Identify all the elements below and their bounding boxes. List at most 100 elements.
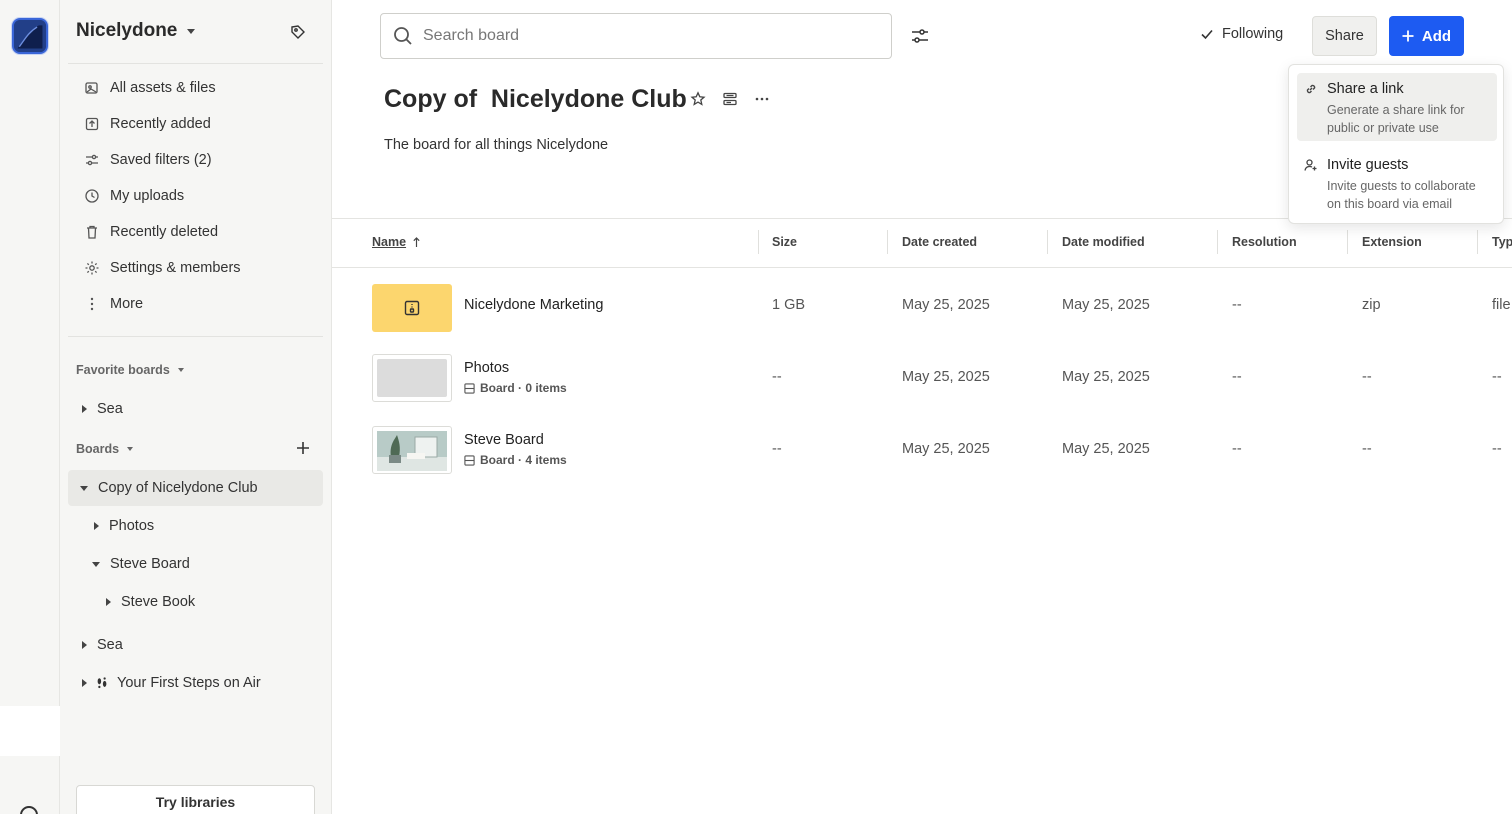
sort-ascending-icon bbox=[413, 236, 420, 247]
column-divider bbox=[887, 230, 888, 254]
workspace-switcher[interactable]: Nicelydone bbox=[76, 20, 196, 42]
tree-item-steve-book[interactable]: Steve Book bbox=[106, 590, 195, 614]
more-horizontal-icon[interactable] bbox=[754, 91, 770, 107]
tree-item-first-steps[interactable]: Your First Steps on Air bbox=[82, 671, 261, 695]
search-input[interactable] bbox=[423, 27, 863, 45]
row-type: -- bbox=[1492, 441, 1502, 457]
favorite-board-sea[interactable]: Sea bbox=[82, 397, 123, 421]
tree-item-photos[interactable]: Photos bbox=[94, 514, 154, 538]
workspace-logo-icon bbox=[14, 20, 46, 52]
row-extension: zip bbox=[1362, 297, 1381, 313]
column-extension-header[interactable]: Extension bbox=[1362, 235, 1422, 249]
row-subtitle: Board · 0 items bbox=[464, 381, 567, 395]
row-created: May 25, 2025 bbox=[902, 441, 990, 457]
tag-icon[interactable] bbox=[290, 24, 306, 40]
following-label: Following bbox=[1222, 26, 1284, 42]
chevron-down-icon bbox=[127, 447, 134, 451]
nav-label: Recently added bbox=[110, 116, 211, 132]
row-created: May 25, 2025 bbox=[902, 297, 990, 313]
column-name-header[interactable]: Name bbox=[372, 235, 421, 249]
row-size: -- bbox=[772, 441, 782, 457]
star-icon[interactable] bbox=[690, 91, 706, 107]
nav-recently-deleted[interactable]: Recently deleted bbox=[84, 220, 218, 244]
column-date-created-header[interactable]: Date created bbox=[902, 235, 977, 249]
more-vertical-icon bbox=[90, 297, 94, 311]
share-button[interactable]: Share bbox=[1312, 16, 1377, 56]
boards-header[interactable]: Boards bbox=[76, 442, 134, 456]
invite-guests-description: Invite guests to collaborate on this boa… bbox=[1327, 179, 1476, 211]
row-resolution: -- bbox=[1232, 297, 1242, 313]
help-icon[interactable] bbox=[20, 806, 38, 814]
search-box[interactable] bbox=[380, 13, 892, 59]
caret-right-icon[interactable] bbox=[106, 598, 111, 606]
column-size-header[interactable]: Size bbox=[772, 235, 797, 249]
board-thumbnail bbox=[372, 426, 452, 474]
plus-icon bbox=[1402, 30, 1414, 42]
table-header-border bbox=[332, 267, 1512, 268]
nav-label: All assets & files bbox=[110, 80, 216, 96]
row-name: Nicelydone Marketing bbox=[464, 297, 604, 313]
nav-saved-filters[interactable]: Saved filters (2) bbox=[84, 148, 212, 172]
following-button[interactable]: Following bbox=[1200, 26, 1283, 42]
board-title: Copy of Nicelydone Club bbox=[384, 85, 687, 113]
column-type-header[interactable]: Type bbox=[1492, 235, 1512, 249]
filters-icon bbox=[86, 154, 98, 166]
nav-recently-added[interactable]: Recently added bbox=[84, 112, 211, 136]
tree-item-sea[interactable]: Sea bbox=[82, 633, 123, 657]
row-size: 1 GB bbox=[772, 297, 806, 313]
row-extension: -- bbox=[1362, 441, 1372, 457]
favorite-boards-header[interactable]: Favorite boards bbox=[76, 363, 184, 377]
row-modified: May 25, 2025 bbox=[1062, 441, 1150, 457]
column-resolution-header[interactable]: Resolution bbox=[1232, 235, 1297, 249]
row-subtitle: Board · 4 items bbox=[464, 453, 567, 467]
row-size: -- bbox=[772, 369, 782, 385]
table-row[interactable]: Steve Board Board · 4 items -- May 25, 2… bbox=[332, 414, 1512, 486]
board-description: The board for all things Nicelydone bbox=[384, 137, 609, 153]
assets-icon bbox=[85, 82, 98, 94]
row-subtitle-text: Board · 0 items bbox=[480, 381, 567, 395]
try-libraries-button[interactable]: Try libraries bbox=[76, 785, 315, 814]
column-date-modified-header[interactable]: Date modified bbox=[1062, 235, 1145, 249]
photo-preview bbox=[377, 431, 447, 471]
tree-label: Steve Board bbox=[110, 556, 190, 572]
row-subtitle-text: Board · 4 items bbox=[480, 453, 567, 467]
sidebar: Nicelydone All assets & files Recently a… bbox=[60, 0, 332, 814]
column-divider bbox=[1047, 230, 1048, 254]
row-type: file bbox=[1492, 297, 1511, 313]
column-divider bbox=[758, 230, 759, 254]
tree-label: Photos bbox=[109, 518, 155, 534]
nav-all-assets[interactable]: All assets & files bbox=[84, 76, 216, 100]
tree-label: Steve Book bbox=[121, 594, 196, 610]
tree-item-steve-board[interactable]: Steve Board bbox=[92, 552, 190, 576]
add-board-icon[interactable] bbox=[296, 441, 310, 455]
nav-settings-members[interactable]: Settings & members bbox=[84, 256, 241, 280]
add-button[interactable]: Add bbox=[1389, 16, 1464, 56]
caret-down-icon[interactable] bbox=[80, 485, 88, 491]
nav-more[interactable]: More bbox=[84, 292, 143, 316]
share-link-description: Generate a share link for public or priv… bbox=[1327, 103, 1465, 135]
row-resolution: -- bbox=[1232, 441, 1242, 457]
invite-guests-option[interactable]: Invite guests Invite guests to collabora… bbox=[1297, 149, 1497, 217]
caret-right-icon[interactable] bbox=[82, 641, 87, 649]
caret-down-icon[interactable] bbox=[92, 561, 100, 567]
caret-right-icon[interactable] bbox=[82, 405, 87, 413]
nav-my-uploads[interactable]: My uploads bbox=[84, 184, 184, 208]
workspace-logo[interactable] bbox=[12, 18, 48, 54]
invite-guests-title: Invite guests bbox=[1327, 157, 1409, 173]
caret-right-icon[interactable] bbox=[82, 679, 87, 687]
add-user-icon bbox=[1304, 159, 1317, 171]
caret-right-icon[interactable] bbox=[94, 522, 99, 530]
table-row[interactable]: Nicelydone Marketing 1 GB May 25, 2025 M… bbox=[332, 270, 1512, 342]
nav-label: Saved filters (2) bbox=[110, 152, 212, 168]
filter-settings-icon[interactable] bbox=[910, 26, 930, 46]
tree-item-copy-of-nicelydone-club[interactable]: Copy of Nicelydone Club bbox=[80, 476, 258, 500]
share-link-option[interactable]: Share a link Generate a share link for p… bbox=[1297, 73, 1497, 141]
board-icon bbox=[464, 454, 475, 466]
nav-label: Settings & members bbox=[110, 260, 241, 276]
zip-thumbnail bbox=[372, 284, 452, 332]
table-row[interactable]: Photos Board · 0 items -- May 25, 2025 M… bbox=[332, 342, 1512, 414]
row-name: Steve Board bbox=[464, 432, 544, 448]
board-title-actions bbox=[690, 91, 770, 107]
divider bbox=[68, 336, 323, 337]
board-details-icon[interactable] bbox=[722, 91, 738, 107]
